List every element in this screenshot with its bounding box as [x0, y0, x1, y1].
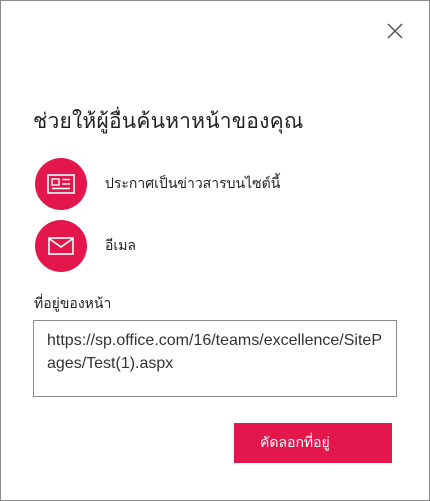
email-label: อีเมล [105, 238, 137, 254]
email-option[interactable]: อีเมล [35, 220, 395, 272]
copy-address-button[interactable]: คัดลอกที่อยู่ [234, 423, 392, 463]
close-button[interactable] [383, 19, 407, 43]
news-icon [47, 174, 75, 194]
post-as-news-option[interactable]: ประกาศเป็นข่าวสารบนไซต์นี้ [35, 158, 395, 210]
mail-icon [48, 237, 74, 255]
share-page-dialog: ช่วยให้ผู้อื่นค้นหาหน้าของคุณ ประกาศเป็น… [0, 0, 430, 501]
post-as-news-label: ประกาศเป็นข่าวสารบนไซต์นี้ [105, 176, 281, 192]
news-icon-circle [35, 158, 87, 210]
mail-icon-circle [35, 220, 87, 272]
page-address-label: ที่อยู่ของหน้า [34, 296, 112, 312]
close-icon [387, 23, 403, 39]
dialog-title: ช่วยให้ผู้อื่นค้นหาหน้าของคุณ [33, 109, 304, 133]
page-address-field[interactable]: https://sp.office.com/16/teams/excellenc… [33, 320, 397, 397]
